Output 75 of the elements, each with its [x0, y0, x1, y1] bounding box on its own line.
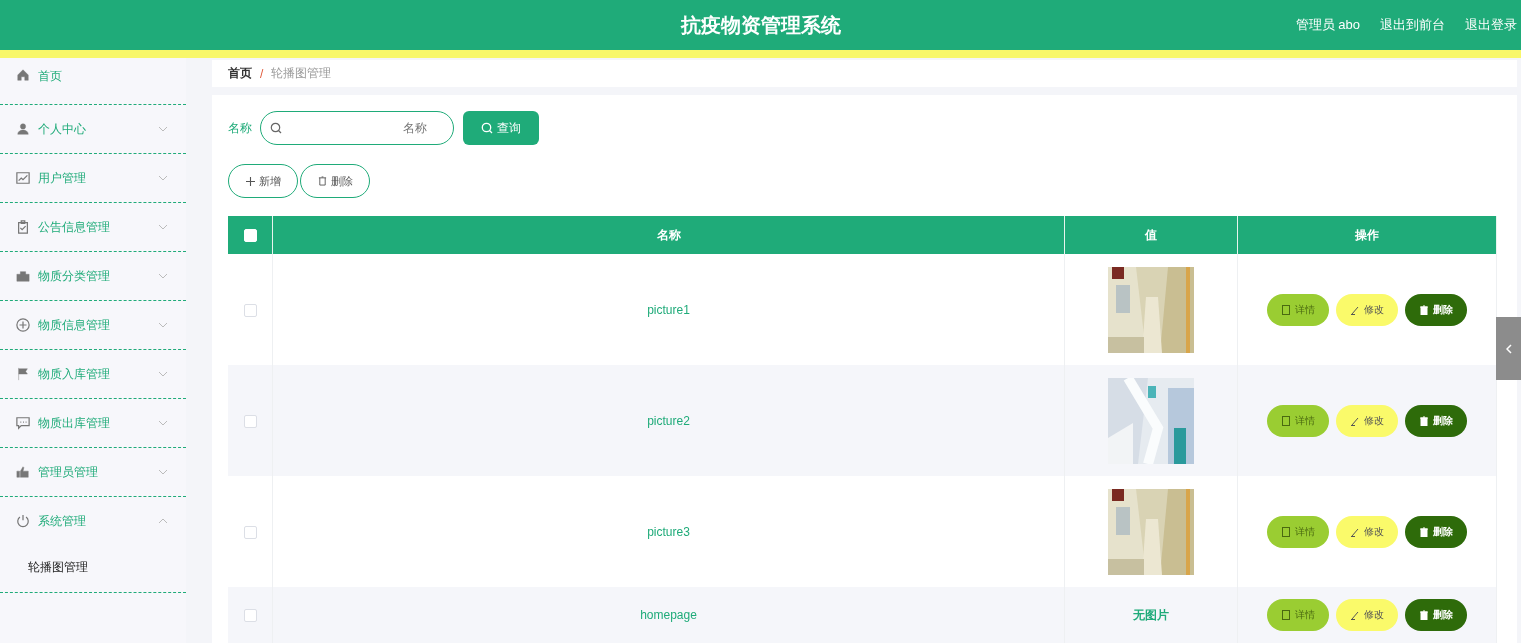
- power-icon: [16, 514, 30, 528]
- pencil-icon: [1350, 415, 1360, 426]
- app-title: 抗疫物资管理系统: [680, 12, 841, 38]
- detail-button[interactable]: 详情: [1267, 599, 1329, 631]
- search-field[interactable]: 名称: [260, 111, 454, 145]
- document-icon: [1281, 415, 1291, 426]
- trash-icon: [1419, 304, 1429, 315]
- pencil-icon: [1350, 304, 1360, 315]
- person-icon: [16, 122, 30, 136]
- delete-button[interactable]: 删除: [300, 164, 370, 198]
- delete-button[interactable]: 删除: [1405, 293, 1467, 326]
- trash-icon: [1419, 526, 1429, 537]
- search-button[interactable]: 查询: [463, 111, 539, 145]
- delete-button[interactable]: 删除: [1405, 599, 1467, 631]
- column-header: 名称: [656, 227, 681, 242]
- edit-button[interactable]: 修改: [1336, 515, 1398, 548]
- trash-icon: [1419, 610, 1429, 620]
- table-cell: 无图片: [1133, 607, 1169, 622]
- menu-item[interactable]: 个人中心: [0, 105, 186, 153]
- house-icon: [16, 68, 30, 82]
- column-header: 操作: [1355, 227, 1379, 242]
- menu-item[interactable]: 首页: [0, 58, 186, 104]
- menu-item[interactable]: 管理员管理: [0, 448, 186, 496]
- submenu-item[interactable]: 轮播图管理: [0, 545, 186, 592]
- table-cell: picture2: [647, 413, 690, 428]
- chart-icon: [16, 171, 30, 185]
- table-cell: homepage: [640, 608, 697, 622]
- menu-item[interactable]: 用户管理: [0, 154, 186, 202]
- menu-item[interactable]: 物质信息管理: [0, 301, 186, 349]
- document-icon: [1281, 610, 1291, 620]
- checkbox[interactable]: [243, 414, 257, 428]
- checkbox[interactable]: [243, 609, 257, 623]
- detail-button[interactable]: 详情: [1267, 515, 1329, 548]
- field-label: 名称: [228, 119, 252, 137]
- menu-item[interactable]: 物质出库管理: [0, 399, 186, 447]
- document-icon: [1281, 304, 1291, 315]
- compass-icon: [16, 318, 30, 332]
- table-cell: picture1: [647, 302, 690, 317]
- menu-item[interactable]: 公告信息管理: [0, 203, 186, 251]
- chat-icon: [16, 416, 30, 430]
- detail-button[interactable]: 详情: [1267, 293, 1329, 326]
- pencil-icon: [1350, 610, 1360, 620]
- search-icon: [270, 122, 282, 134]
- table-cell: picture3: [647, 524, 690, 539]
- pencil-icon: [1350, 526, 1360, 537]
- clipboard-icon: [16, 220, 30, 234]
- document-icon: [1281, 526, 1291, 537]
- flag-icon: [16, 367, 30, 381]
- edit-button[interactable]: 修改: [1336, 404, 1398, 437]
- breadcrumb-item[interactable]: 轮播图管理: [271, 65, 332, 82]
- trash-icon: [1419, 415, 1429, 426]
- trash-icon: [317, 176, 327, 186]
- collapse-handle[interactable]: [1496, 317, 1521, 380]
- checkbox[interactable]: [243, 303, 257, 317]
- thumbs-up-icon: [16, 465, 30, 479]
- header-link[interactable]: 退出到前台: [1380, 16, 1445, 34]
- plus-icon: [245, 176, 255, 186]
- search-icon: [481, 122, 493, 134]
- detail-button[interactable]: 详情: [1267, 404, 1329, 437]
- menu-item[interactable]: 物质分类管理: [0, 252, 186, 300]
- menu-item[interactable]: 物质入库管理: [0, 350, 186, 398]
- delete-button[interactable]: 删除: [1405, 515, 1467, 548]
- edit-button[interactable]: 修改: [1336, 599, 1398, 631]
- briefcase-icon: [16, 269, 30, 283]
- column-header: 值: [1145, 227, 1157, 242]
- breadcrumb-separator: /: [260, 66, 264, 81]
- checkbox[interactable]: [243, 525, 257, 539]
- delete-button[interactable]: 删除: [1405, 404, 1467, 437]
- edit-button[interactable]: 修改: [1336, 293, 1398, 326]
- chevron-left-icon: [1505, 343, 1512, 354]
- menu-item[interactable]: 系统管理: [0, 497, 186, 545]
- header-link[interactable]: 管理员 abo: [1295, 16, 1360, 34]
- header-link[interactable]: 退出登录: [1465, 16, 1517, 34]
- add-button[interactable]: 新增: [228, 164, 298, 198]
- breadcrumb-item[interactable]: 首页: [228, 65, 252, 82]
